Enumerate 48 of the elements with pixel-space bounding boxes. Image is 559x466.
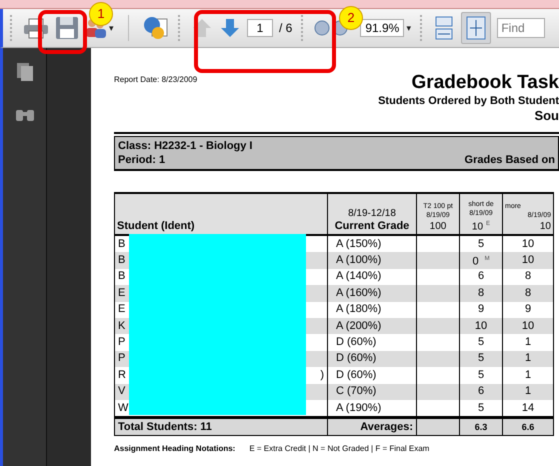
caret-icon[interactable]: ▾ bbox=[109, 23, 114, 33]
table-cell: 6 bbox=[460, 384, 502, 400]
fit-width-icon[interactable] bbox=[433, 16, 456, 40]
table-cell: A (160%) bbox=[328, 285, 416, 302]
table-cell bbox=[416, 318, 460, 334]
down-arrow-icon[interactable] bbox=[219, 17, 241, 39]
page-total: / 6 bbox=[279, 21, 292, 35]
notations-text: E = Extra Credit | N = Not Graded | F = Final Exam bbox=[249, 444, 430, 454]
fit-page-button[interactable] bbox=[461, 12, 492, 44]
caret-icon[interactable]: ▾ bbox=[406, 23, 412, 33]
average-cell: 6.6 bbox=[502, 418, 554, 436]
averages-label: Averages: bbox=[328, 418, 416, 436]
table-cell: A (200%) bbox=[328, 318, 416, 334]
table-cell: D (60%) bbox=[328, 350, 416, 368]
highlight-frame bbox=[38, 10, 87, 54]
total-students: Total Students: 11 bbox=[114, 418, 328, 436]
column-header: Student (Ident) bbox=[114, 193, 328, 235]
save-icon[interactable] bbox=[55, 16, 79, 40]
report-subtitle: Students Ordered by Both Student bbox=[378, 94, 559, 108]
table-cell: 1 bbox=[502, 350, 554, 368]
table-cell: A (100%) bbox=[328, 252, 416, 269]
average-cell: 6.3 bbox=[460, 418, 502, 436]
table-cell bbox=[416, 384, 460, 400]
table-cell: 0 $^{M}$ bbox=[460, 252, 502, 269]
table-cell: 10 bbox=[460, 318, 502, 334]
table-cell bbox=[416, 285, 460, 302]
table-cell bbox=[416, 252, 460, 269]
period-label: Period: 1 bbox=[118, 154, 166, 166]
report-date: Report Date: 8/23/2009 bbox=[114, 74, 198, 86]
print-icon[interactable] bbox=[23, 17, 49, 39]
column-header: 8/19-12/18 Current Grade bbox=[328, 193, 416, 235]
table-cell: 10 bbox=[502, 318, 554, 334]
table-cell: 10 bbox=[502, 252, 554, 269]
table-cell bbox=[416, 350, 460, 368]
table-cell: C (70%) bbox=[328, 384, 416, 400]
table-cell: 5 bbox=[460, 350, 502, 368]
page-field[interactable]: 1 bbox=[247, 19, 273, 37]
table-cell: 1 bbox=[502, 384, 554, 400]
find-field[interactable]: Find bbox=[497, 18, 546, 38]
pages-icon[interactable] bbox=[16, 62, 34, 82]
class-label: Class: H2232-1 - Biology I bbox=[114, 136, 559, 153]
zoom-field[interactable]: 91.9% bbox=[360, 19, 404, 37]
report-subtitle: Sou bbox=[533, 108, 559, 124]
table-cell: 8 bbox=[502, 285, 554, 302]
grades-basis-label: Grades Based on bbox=[464, 154, 555, 166]
report-title: Gradebook Task bbox=[410, 72, 559, 94]
table-cell: 8 bbox=[460, 285, 502, 302]
notations-label: Assignment Heading Notations: bbox=[114, 444, 236, 454]
